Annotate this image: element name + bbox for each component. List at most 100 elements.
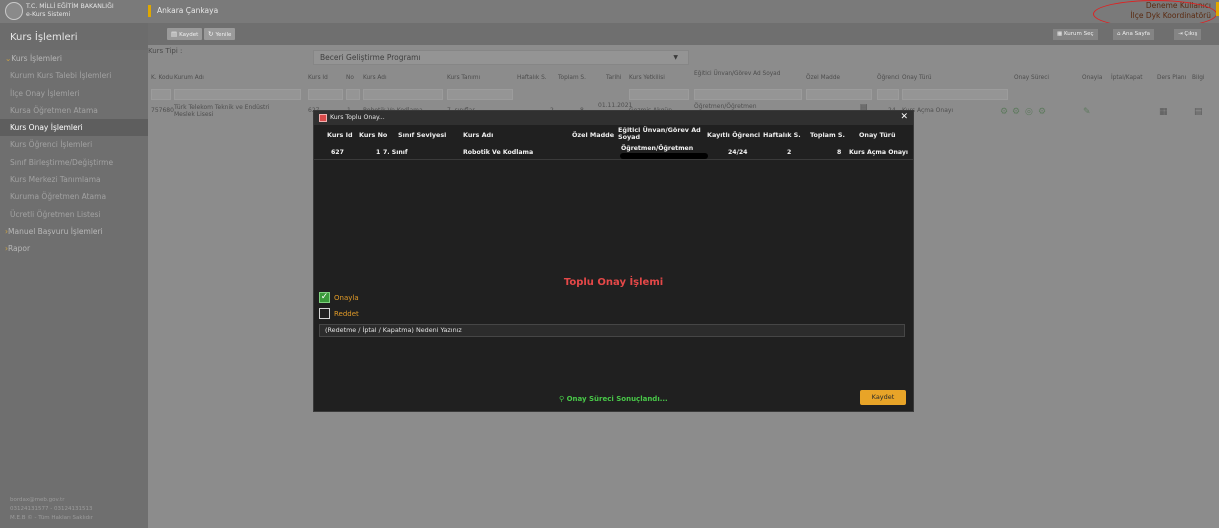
approval-step-icon[interactable]: ◎: [1025, 107, 1033, 117]
calendar-icon[interactable]: ▦: [1159, 107, 1168, 117]
sidebar-item-ilce-onay[interactable]: İlçe Onay İşlemleri: [0, 85, 148, 102]
modal-col-header: Toplam S.: [810, 131, 845, 139]
modal-save-button[interactable]: Kaydet: [860, 390, 906, 405]
sidebar-item-kurs-islemleri[interactable]: ⌄Kurs İşlemleri: [0, 50, 148, 67]
row-code: 757680: [151, 107, 174, 114]
col-header[interactable]: Onay Süreci: [1014, 75, 1049, 82]
row-date: 01.11.2021: [598, 102, 633, 109]
approve-checkbox[interactable]: ✓: [319, 292, 330, 303]
location-marker: [148, 5, 151, 17]
col-header[interactable]: Onayla: [1082, 75, 1102, 82]
filter-input[interactable]: [151, 89, 171, 100]
sidebar-item-rapor[interactable]: ›Rapor: [0, 240, 148, 257]
home-button[interactable]: ⌂ Ana Sayfa: [1113, 29, 1155, 40]
col-header[interactable]: Haftalık S.: [517, 75, 547, 82]
col-header[interactable]: Kurs Id: [308, 75, 328, 82]
sidebar-item-kuruma-ogretmen-atama[interactable]: Kuruma Öğretmen Atama: [0, 188, 148, 205]
approval-step-icon[interactable]: ⚙: [1012, 107, 1020, 117]
close-icon[interactable]: ✕: [900, 112, 908, 122]
meb-logo-icon: [5, 2, 23, 20]
col-header[interactable]: Özel Madde: [806, 75, 840, 82]
sidebar-item-kursa-ogretmen-atama[interactable]: Kursa Öğretmen Atama: [0, 102, 148, 119]
col-header[interactable]: K. Kodu: [151, 75, 173, 82]
modal-col-header: Sınıf Seviyesi: [398, 131, 447, 139]
reason-input[interactable]: (Redetme / İptal / Kapatma) Nedeni Yazın…: [319, 324, 905, 337]
filter-input[interactable]: [447, 89, 513, 100]
col-header[interactable]: Onay Türü: [902, 75, 932, 82]
modal-row-weekly: 2: [787, 149, 792, 156]
col-header[interactable]: Tarihi: [606, 75, 621, 82]
reject-label[interactable]: Reddet: [334, 310, 359, 318]
sidebar-item-sinif-birlestirme[interactable]: Sınıf Birleştirme/Değiştirme: [0, 154, 148, 171]
col-header[interactable]: Öğrenci: [877, 75, 900, 82]
process-status: ⚲ Onay Süreci Sonuçlandı...: [559, 395, 668, 403]
modal-col-header: Kayıtlı Öğrenci: [707, 131, 761, 139]
filter-input[interactable]: [174, 89, 301, 100]
course-type-select[interactable]: Beceri Geliştirme Programı ▼: [313, 50, 689, 65]
sidebar-item-kurs-ogrenci[interactable]: Kurs Öğrenci İşlemleri: [0, 136, 148, 153]
sidebar-menu: ⌄Kurs İşlemleri Kurum Kurs Talebi İşleml…: [0, 50, 148, 258]
detail-icon[interactable]: ▤: [860, 103, 868, 111]
ministry-name: T.C. MİLLİ EĞİTİM BAKANLIĞI: [26, 3, 114, 10]
refresh-button[interactable]: ↻ Yenile: [204, 28, 236, 40]
sidebar-item-manuel-basvuru[interactable]: ›Manuel Başvuru İşlemleri: [0, 223, 148, 240]
modal-col-header: Haftalık S.: [763, 131, 801, 139]
location-label: Ankara Çankaya: [157, 6, 219, 15]
info-icon[interactable]: ▤: [1194, 107, 1203, 117]
modal-col-header: Kurs No: [359, 131, 388, 139]
col-header[interactable]: Kurs Yetkilisi: [629, 75, 665, 82]
approval-step-icon[interactable]: ⚙: [1000, 107, 1008, 117]
modal-row-divider: [314, 159, 913, 160]
system-name: e-Kurs Sistemi: [26, 11, 71, 18]
modal-col-header: Kurs Adı: [463, 131, 494, 139]
modal-row-course-id: 627: [331, 149, 344, 156]
approve-icon[interactable]: ✎: [1083, 107, 1091, 117]
top-bar: T.C. MİLLİ EĞİTİM BAKANLIĞI e-Kurs Siste…: [0, 0, 1219, 28]
sidebar-item-kurs-onay[interactable]: Kurs Onay İşlemleri: [0, 119, 148, 137]
col-header[interactable]: Kurs Tanımı: [447, 75, 480, 82]
col-header[interactable]: Ders Planı: [1157, 75, 1186, 82]
modal-header: Kurs Toplu Onay... ✕: [314, 111, 913, 125]
modal-title: Kurs Toplu Onay...: [330, 114, 385, 121]
filter-input[interactable]: [346, 89, 360, 100]
col-header[interactable]: Kurum Adı: [174, 75, 204, 82]
col-header[interactable]: Toplam S.: [558, 75, 586, 82]
save-icon: ▤: [171, 30, 178, 38]
filter-input[interactable]: [902, 89, 1008, 100]
refresh-icon: ↻: [208, 30, 214, 38]
lightbulb-icon: ⚲: [559, 395, 567, 403]
modal-col-header: Özel Madde: [572, 131, 615, 139]
building-icon: ▦: [1057, 31, 1064, 37]
modal-row-approval-type: Kurs Açma Onayı: [849, 149, 909, 156]
course-type-value: Beceri Geliştirme Programı: [320, 53, 421, 62]
col-header[interactable]: Bilgi: [1192, 75, 1205, 82]
filter-input[interactable]: [877, 89, 899, 100]
col-header[interactable]: Eğitici Ünvan/Görev Ad Soyad: [694, 71, 786, 78]
dropdown-arrow-icon: ▼: [673, 54, 678, 61]
filter-input[interactable]: [806, 89, 872, 100]
filter-input[interactable]: [629, 89, 689, 100]
save-button[interactable]: ▤ Kaydet: [167, 28, 203, 40]
sidebar-item-kurum-kurs-talebi[interactable]: Kurum Kurs Talebi İşlemleri: [0, 67, 148, 84]
approve-label[interactable]: Onayla: [334, 294, 359, 302]
filter-input[interactable]: [363, 89, 443, 100]
filter-input[interactable]: [694, 89, 802, 100]
modal-row-teacher: Öğretmen/Öğretmen: [621, 145, 694, 152]
modal-row-students: 24/24: [728, 149, 748, 156]
footer-copyright: M.E.B © - Tüm Hakları Saklıdır: [10, 515, 93, 521]
sidebar-item-ucretli-ogretmen[interactable]: Ücretli Öğretmen Listesi: [0, 206, 148, 223]
sidebar-item-kurs-merkezi[interactable]: Kurs Merkezi Tanımlama: [0, 171, 148, 188]
school-select-button[interactable]: ▦ Kurum Seç: [1053, 29, 1098, 40]
sidebar-title: Kurs İşlemleri: [0, 23, 148, 50]
modal-row-course-no: 1: [376, 149, 381, 156]
reject-checkbox[interactable]: [319, 308, 330, 319]
sidebar: Kurs İşlemleri ⌄Kurs İşlemleri Kurum Kur…: [0, 23, 148, 528]
col-header[interactable]: İptal/Kapat: [1111, 75, 1143, 82]
col-header[interactable]: No: [346, 75, 354, 82]
filter-input[interactable]: [308, 89, 343, 100]
approval-step-icon[interactable]: ⚙: [1038, 107, 1046, 117]
col-header[interactable]: Kurs Adı: [363, 75, 387, 82]
modal-col-header: Onay Türü: [859, 131, 896, 139]
modal-section-title: Toplu Onay İşlemi: [563, 277, 664, 288]
logout-button[interactable]: ⇥ Çıkış: [1174, 29, 1202, 40]
